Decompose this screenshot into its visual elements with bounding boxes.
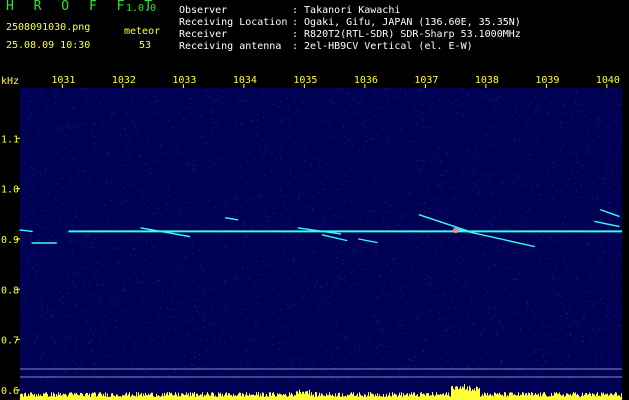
plot-area <box>20 88 622 400</box>
info-label-location: Receiving Location <box>179 17 288 28</box>
info-value-receiver: : R820T2(RTL-SDR) SDR-Sharp 53.1000MHz <box>292 29 521 40</box>
info-value-location: : Ogaki, Gifu, JAPAN (136.60E, 35.35N) <box>292 17 521 28</box>
meteor-count: 53 <box>139 40 152 51</box>
file-name: 2508091030.png <box>6 22 91 33</box>
info-value-observer: : Takanori Kawachi <box>292 5 401 16</box>
x-tick-label-8: 1039 <box>535 75 559 86</box>
y-tick-label-3: 0.8 <box>1 285 19 296</box>
x-axis-ticks: 1031 1032 1033 1034 1035 1036 1037 1038 1039 1040 <box>51 75 620 88</box>
file-datetime: 25.08.09 10:30 <box>6 40 91 51</box>
info-value-antenna: : 2el-HB9CV Vertical (el. E-W) <box>292 41 473 52</box>
x-tick-label-0: 1031 <box>51 75 75 86</box>
info-label-observer: Observer <box>179 5 228 16</box>
x-tick-label-7: 1038 <box>475 75 499 86</box>
x-tick-label-3: 1034 <box>233 75 257 86</box>
x-tick-label-5: 1036 <box>354 75 378 86</box>
info-label-antenna: Receiving antenna <box>179 41 282 52</box>
y-tick-label-5: 0.6 <box>1 386 19 397</box>
y-axis-unit: kHz <box>1 76 19 87</box>
y-tick-label-0: 1.1 <box>1 134 19 145</box>
meteor-label: meteor <box>124 26 161 37</box>
app-version: 1.0.0 <box>126 3 157 14</box>
info-label-receiver: Receiver <box>179 29 228 40</box>
x-tick-label-9: 1040 <box>596 75 620 86</box>
x-tick-label-4: 1035 <box>293 75 317 86</box>
y-tick-label-2: 0.9 <box>1 235 19 246</box>
echo-head <box>452 227 459 234</box>
y-axis-ticks: 1.1 1.0 0.9 0.8 0.7 0.6 <box>1 134 20 397</box>
y-tick-label-4: 0.7 <box>1 336 19 347</box>
y-tick-label-1: 1.0 <box>1 185 19 196</box>
x-tick-label-6: 1037 <box>414 75 438 86</box>
x-tick-label-1: 1032 <box>112 75 136 86</box>
x-tick-label-2: 1033 <box>172 75 196 86</box>
spectrogram: kHz 1031 1032 1033 1034 1035 1036 1037 1038 1039… <box>1 75 623 400</box>
